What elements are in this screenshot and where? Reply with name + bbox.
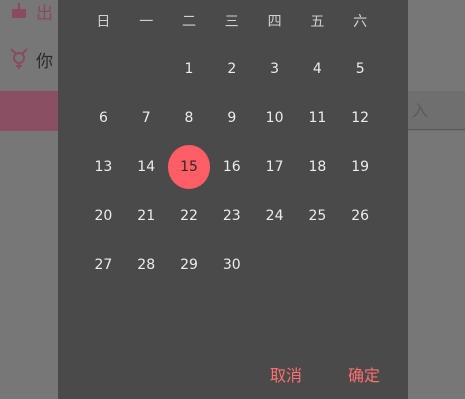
day-number: 1 — [184, 60, 194, 77]
day-cell[interactable]: 14 — [125, 142, 168, 191]
background-row-birthday: 出 — [0, 0, 53, 26]
weekday-label: 日 — [96, 14, 111, 30]
day-number: 7 — [141, 109, 151, 126]
weekday-label: 五 — [310, 14, 325, 30]
day-cell[interactable]: 12 — [339, 93, 382, 142]
weekday-label: 六 — [353, 14, 368, 30]
day-number: 29 — [180, 256, 198, 273]
day-cell[interactable]: 29 — [168, 240, 211, 289]
day-cell[interactable]: 20 — [82, 191, 125, 240]
day-number: 17 — [265, 158, 284, 175]
day-cell[interactable]: 8 — [168, 93, 211, 142]
day-number: 15 — [167, 144, 211, 189]
day-cell[interactable]: 24 — [253, 191, 296, 240]
day-cell[interactable]: 5 — [339, 44, 382, 93]
day-number: 22 — [180, 207, 198, 224]
day-number: 14 — [137, 158, 156, 175]
gender-icon — [8, 48, 30, 70]
calendar-week-row: 13 14 15 16 17 18 19 — [82, 142, 382, 191]
day-number: 18 — [308, 158, 327, 175]
day-cell[interactable]: 2 — [210, 44, 253, 93]
calendar-week-row: 1 2 3 4 5 — [82, 44, 382, 93]
divider — [408, 129, 465, 130]
weekday-label: 二 — [181, 14, 196, 30]
day-cell[interactable]: 21 — [125, 191, 168, 240]
day-cell[interactable]: 13 — [82, 142, 125, 191]
day-number: 9 — [227, 109, 237, 126]
day-cell[interactable]: 3 — [253, 44, 296, 93]
day-cell[interactable]: 30 — [210, 240, 253, 289]
weekday-label: 四 — [267, 14, 282, 30]
cake-icon — [8, 0, 30, 22]
day-number: 10 — [265, 109, 284, 126]
day-cell[interactable]: 17 — [253, 142, 296, 191]
day-cell[interactable]: 11 — [296, 93, 339, 142]
background-row-gender: 你 — [0, 44, 53, 74]
day-number: 2 — [227, 60, 237, 77]
dialog-actions: 取消 确定 — [270, 362, 380, 386]
day-number: 19 — [351, 158, 370, 175]
day-cell[interactable]: 27 — [82, 240, 125, 289]
calendar-grid: 1 2 3 4 5 6 7 8 9 10 11 12 13 14 15 16 17 18 19 20 21 22 23 24 2… — [82, 44, 382, 289]
day-number: 13 — [94, 158, 113, 175]
day-number: 5 — [355, 60, 365, 77]
weekday-header: 日一二三四五六 — [82, 10, 382, 34]
day-cell[interactable]: 16 — [210, 142, 253, 191]
ok-button[interactable]: 确定 — [348, 362, 380, 386]
calendar-week-row: 27 28 29 30 — [82, 240, 382, 289]
calendar-week-row: 6 7 8 9 10 11 12 — [82, 93, 382, 142]
day-number: 30 — [222, 256, 241, 273]
day-number: 8 — [184, 109, 194, 126]
day-cell[interactable]: 23 — [210, 191, 253, 240]
day-number: 24 — [265, 207, 284, 224]
day-cell[interactable]: 7 — [125, 93, 168, 142]
day-number: 21 — [137, 207, 156, 224]
day-cell[interactable]: 1 — [168, 44, 211, 93]
day-cell[interactable]: 26 — [339, 191, 382, 240]
day-cell[interactable]: 4 — [296, 44, 339, 93]
cancel-button[interactable]: 取消 — [270, 362, 302, 386]
day-number: 11 — [308, 109, 327, 126]
day-cell[interactable]: 10 — [253, 93, 296, 142]
weekday-label: 一 — [139, 14, 154, 30]
background-row-label: 你 — [36, 51, 53, 72]
day-cell[interactable]: 9 — [210, 93, 253, 142]
day-number: 4 — [312, 60, 322, 77]
day-number: 3 — [270, 60, 280, 77]
day-cell[interactable]: 22 — [168, 191, 211, 240]
day-number: 28 — [137, 256, 156, 273]
day-cell[interactable]: 19 — [339, 142, 382, 191]
day-number: 6 — [98, 109, 108, 126]
day-number: 27 — [94, 256, 113, 273]
day-number: 12 — [351, 109, 370, 126]
day-cell[interactable]: 6 — [82, 93, 125, 142]
background-band-text: 入 — [412, 101, 429, 120]
selected-day[interactable]: 15 — [167, 142, 211, 191]
day-cell[interactable]: 28 — [125, 240, 168, 289]
day-number: 16 — [222, 158, 241, 175]
day-number: 23 — [222, 207, 241, 224]
date-picker-dialog: 日一二三四五六 1 2 3 4 5 6 7 8 9 10 11 12 13 14 15 16 17 18 19 20 2… — [58, 0, 408, 399]
weekday-label: 三 — [224, 14, 239, 30]
day-number: 26 — [351, 207, 370, 224]
day-cell[interactable]: 18 — [296, 142, 339, 191]
day-number: 20 — [94, 207, 113, 224]
background-band-accent — [0, 91, 58, 131]
calendar-week-row: 20 21 22 23 24 25 26 — [82, 191, 382, 240]
background-row-label: 出 — [36, 3, 53, 24]
day-cell[interactable]: 25 — [296, 191, 339, 240]
day-number: 25 — [308, 207, 327, 224]
